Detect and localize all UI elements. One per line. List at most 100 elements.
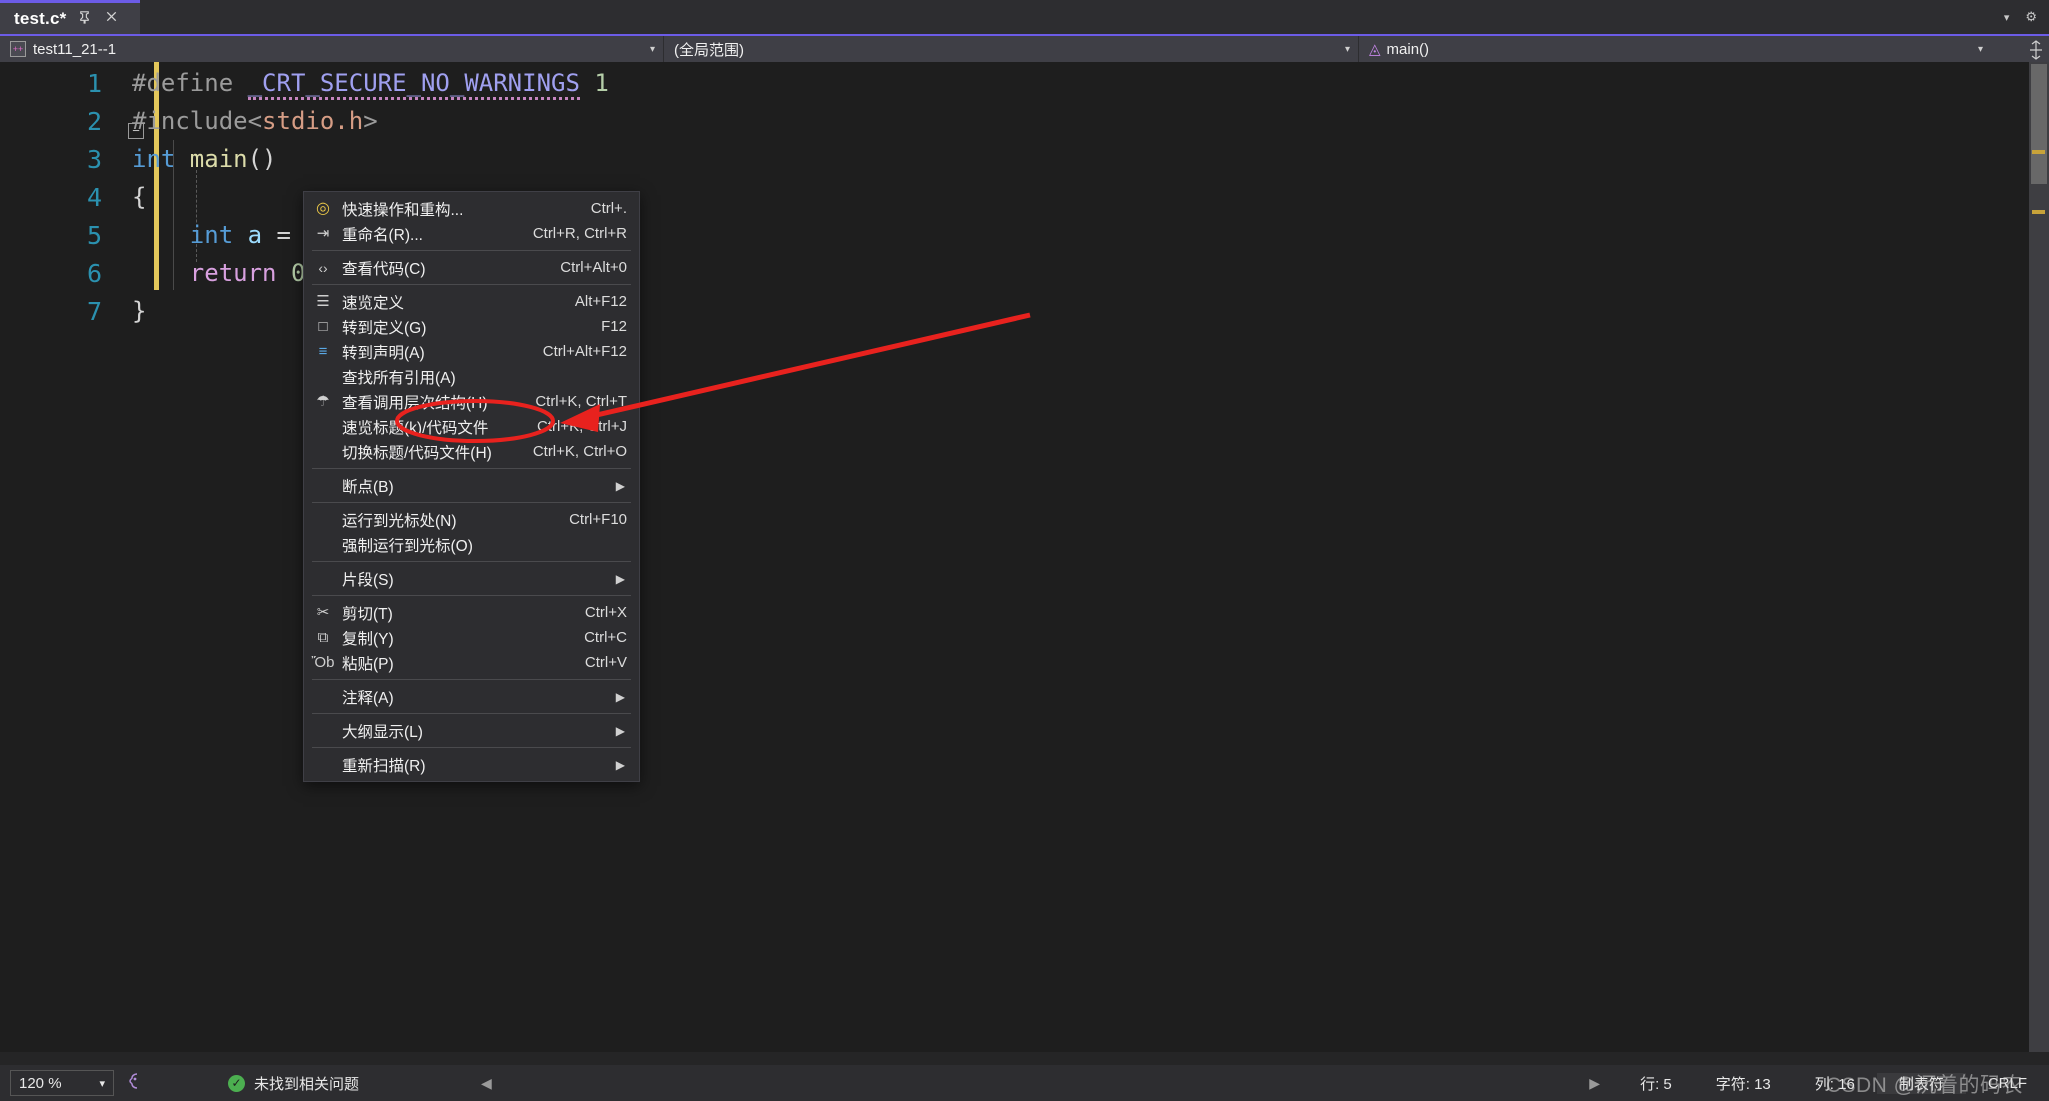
code-text[interactable]: }: [120, 297, 146, 325]
scrollbar-thumb[interactable]: [2031, 64, 2047, 184]
code-text[interactable]: int main(): [120, 145, 277, 173]
editor-vertical-scrollbar[interactable]: [2029, 62, 2049, 1052]
code-token: return: [132, 259, 291, 287]
status-line-ending[interactable]: CRLF: [1966, 1075, 2049, 1092]
menu-item-label: 转到定义(G): [342, 316, 426, 338]
menu-item-shortcut: Ctrl+F10: [569, 511, 631, 528]
menu-item-label: 转到声明(A): [342, 341, 425, 363]
navbar-project-dropdown[interactable]: ++ test11_21--1 ▾: [0, 36, 664, 62]
menu-item-label: 切换标题/代码文件(H): [342, 441, 492, 463]
pin-icon[interactable]: [76, 9, 93, 28]
code-token: >: [363, 107, 377, 135]
code-text[interactable]: return 0;: [120, 259, 320, 287]
menu-item-shortcut: F12: [601, 318, 631, 335]
project-file-icon: ++: [10, 41, 26, 57]
menu-item-label: 查看代码(C): [342, 257, 426, 279]
menu-item-label: 强制运行到光标(O): [342, 534, 473, 556]
menu-item-shortcut: Ctrl+Alt+0: [560, 259, 631, 276]
status-bar: 120 % ▾ ✓ 未找到相关问题 ◀ ▶ 行: 5 字符: 13 列: 16 …: [0, 1065, 2049, 1101]
line-number: 5: [0, 221, 120, 250]
menu-item-label: 片段(S): [342, 568, 394, 590]
editor-tab-test-c[interactable]: test.c*: [0, 0, 140, 34]
close-icon[interactable]: [103, 9, 120, 28]
context-menu-item[interactable]: □转到定义(G)F12: [304, 314, 639, 339]
code-line[interactable]: 2#include<stdio.h>: [0, 102, 2049, 140]
navbar-member-dropdown[interactable]: ◬ main() ▾: [1359, 36, 2019, 62]
scrollbar-change-mark: [2032, 210, 2045, 214]
line-number: 1: [0, 69, 120, 98]
submenu-arrow-icon: ▶: [616, 479, 631, 493]
context-menu-item[interactable]: 重新扫描(R) ▶: [304, 752, 639, 777]
status-message: ✓ 未找到相关问题: [214, 1073, 373, 1094]
menu-item-shortcut: Ctrl+V: [585, 654, 631, 671]
code-text[interactable]: {: [120, 183, 146, 211]
copy-icon: ⧉: [304, 630, 342, 645]
chevron-down-icon[interactable]: ▾: [99, 1077, 105, 1090]
code-token: }: [132, 297, 146, 325]
tab-settings-gear-icon[interactable]: ⚙: [2025, 9, 2037, 25]
hscroll-left-arrow-icon[interactable]: ◀: [463, 1075, 510, 1092]
editor-context-menu[interactable]: ◎快速操作和重构...Ctrl+.⇥重命名(R)...Ctrl+R, Ctrl+…: [303, 191, 640, 782]
menu-item-label: 重新扫描(R): [342, 754, 426, 776]
status-char-number: 字符: 13: [1694, 1073, 1793, 1094]
context-menu-item[interactable]: ≡转到声明(A)Ctrl+Alt+F12: [304, 339, 639, 364]
status-indentation-mode[interactable]: 制表符: [1877, 1073, 1966, 1094]
context-menu-item[interactable]: ⇥重命名(R)...Ctrl+R, Ctrl+R: [304, 221, 639, 246]
context-menu-item[interactable]: 大纲显示(L)▶: [304, 718, 639, 743]
code-token: int: [132, 145, 190, 173]
navbar-scope-dropdown[interactable]: (全局范围) ▾: [664, 36, 1359, 62]
context-menu-item[interactable]: ◎快速操作和重构...Ctrl+.: [304, 196, 639, 221]
context-menu-item[interactable]: 速览标题(k)/代码文件Ctrl+K, Ctrl+J: [304, 414, 639, 439]
status-column-number: 列: 16: [1793, 1073, 1877, 1094]
context-menu-item[interactable]: ⧉复制(Y)Ctrl+C: [304, 625, 639, 650]
context-menu-item[interactable]: 查找所有引用(A): [304, 364, 639, 389]
menu-item-label: 运行到光标处(N): [342, 509, 457, 531]
intellicode-icon[interactable]: [124, 1071, 144, 1096]
navigation-bar: ++ test11_21--1 ▾ (全局范围) ▾ ◬ main() ▾: [0, 34, 2049, 62]
menu-item-shortcut: Ctrl+K, Ctrl+O: [533, 443, 631, 460]
context-menu-item[interactable]: ✂剪切(T)Ctrl+X: [304, 600, 639, 625]
line-number: 7: [0, 297, 120, 326]
menu-separator: [312, 679, 631, 680]
context-menu-item[interactable]: ☰速览定义Alt+F12: [304, 289, 639, 314]
code-token: #include<: [132, 107, 262, 135]
menu-separator: [312, 561, 631, 562]
menu-item-label: 剪切(T): [342, 602, 393, 624]
chevron-down-icon[interactable]: ▾: [1968, 44, 2011, 55]
hscroll-right-arrow-icon[interactable]: ▶: [1571, 1075, 1618, 1092]
context-menu-item[interactable]: Ὄb粘贴(P)Ctrl+V: [304, 650, 639, 675]
code-token: _CRT_SECURE_NO_WARNINGS: [248, 69, 580, 100]
code-text[interactable]: #include<stdio.h>: [120, 107, 378, 135]
menu-item-shortcut: Alt+F12: [575, 293, 631, 310]
submenu-arrow-icon: ▶: [616, 690, 631, 704]
code-text[interactable]: #define _CRT_SECURE_NO_WARNINGS 1: [120, 69, 609, 97]
menu-item-label: 粘贴(P): [342, 652, 394, 674]
visual-studio-window: test.c* ▾ ⚙ ++ test11_21--1 ▾ (全局范围): [0, 0, 2049, 1101]
menu-item-label: 大纲显示(L): [342, 720, 423, 742]
line-number: 4: [0, 183, 120, 212]
code-line[interactable]: 3int main(): [0, 140, 2049, 178]
menu-item-label: 速览标题(k)/代码文件: [342, 416, 488, 438]
menu-separator: [312, 502, 631, 503]
chevron-down-icon[interactable]: ▾: [1335, 44, 1350, 55]
navbar-project-label: test11_21--1: [33, 41, 116, 58]
chevron-down-icon[interactable]: ▾: [640, 44, 655, 55]
cube-icon: ◬: [1369, 40, 1381, 58]
tab-overflow-chevron-icon[interactable]: ▾: [2004, 11, 2010, 24]
menu-item-label: 重命名(R)...: [342, 223, 423, 245]
context-menu-item[interactable]: 断点(B)▶: [304, 473, 639, 498]
submenu-arrow-icon: ▶: [616, 758, 631, 772]
context-menu-item[interactable]: 注释(A)▶: [304, 684, 639, 709]
context-menu-item[interactable]: ‹›查看代码(C)Ctrl+Alt+0: [304, 255, 639, 280]
zoom-level-dropdown[interactable]: 120 % ▾: [10, 1070, 114, 1096]
menu-item-shortcut: Ctrl+K, Ctrl+T: [535, 393, 631, 410]
context-menu-item[interactable]: 片段(S)▶: [304, 566, 639, 591]
context-menu-item[interactable]: 切换标题/代码文件(H) Ctrl+K, Ctrl+O: [304, 439, 639, 464]
split-view-icon[interactable]: [2027, 40, 2045, 60]
context-menu-item[interactable]: 运行到光标处(N) Ctrl+F10: [304, 507, 639, 532]
context-menu-item[interactable]: 强制运行到光标(O): [304, 532, 639, 557]
context-menu-item[interactable]: ☂查看调用层次结构(H)Ctrl+K, Ctrl+T: [304, 389, 639, 414]
menu-item-shortcut: Ctrl+X: [585, 604, 631, 621]
code-line[interactable]: 1#define _CRT_SECURE_NO_WARNINGS 1: [0, 64, 2049, 102]
code-token: #define: [132, 69, 248, 97]
